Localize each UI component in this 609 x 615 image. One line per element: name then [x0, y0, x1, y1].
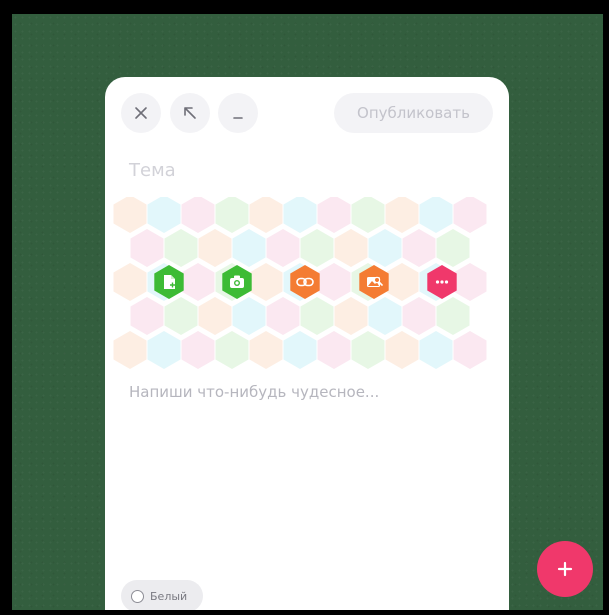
more-icon: [435, 280, 449, 284]
honeycomb-cell: [147, 331, 181, 369]
honeycomb-cell: [402, 229, 436, 267]
honeycomb-cell: [249, 263, 283, 301]
minimize-button[interactable]: [218, 93, 258, 133]
honeycomb-cell: [300, 297, 334, 335]
publish-button[interactable]: Опубликовать: [334, 93, 493, 133]
honeycomb-cell: [453, 263, 487, 301]
title-input[interactable]: Тема: [129, 160, 479, 181]
honeycomb-cell: [232, 297, 266, 335]
body-input[interactable]: Напиши что-нибудь чудесное...: [129, 383, 479, 401]
honeycomb-cell: [164, 229, 198, 267]
honeycomb-cell: [113, 331, 147, 369]
honeycomb-cell: [232, 229, 266, 267]
close-button[interactable]: [121, 93, 161, 133]
honeycomb-cell: [317, 263, 351, 301]
honeycomb-cell: [181, 197, 215, 233]
honeycomb-cell: [249, 331, 283, 369]
honeycomb-cell: [113, 197, 147, 233]
image-search-icon: [367, 276, 383, 287]
honeycomb-cell: [300, 229, 334, 267]
minimize-icon: [233, 117, 243, 119]
honeycomb-cell: [113, 263, 147, 301]
honeycomb-cell: [181, 263, 215, 301]
honeycomb-cell: [317, 197, 351, 233]
arrow-up-left-icon: [184, 107, 196, 119]
honeycomb-cell: [436, 297, 470, 335]
plus-icon: [557, 561, 573, 577]
expand-button[interactable]: [170, 93, 210, 133]
honeycomb-cell: [266, 297, 300, 335]
theme-label: Белый: [150, 589, 188, 603]
honeycomb-cell: [181, 331, 215, 369]
attachment-honeycomb: [113, 197, 487, 369]
theme-selector[interactable]: Белый: [121, 580, 203, 610]
background: Опубликовать Тема Напиши что-нибудь чуде…: [12, 14, 603, 610]
honeycomb-cell: [130, 297, 164, 335]
honeycomb-cell: [368, 229, 402, 267]
add-button[interactable]: [537, 541, 593, 597]
post-composer-card: Опубликовать Тема Напиши что-нибудь чуде…: [105, 77, 509, 610]
honeycomb-cell: [249, 197, 283, 233]
honeycomb-cell: [419, 197, 453, 233]
honeycomb-cell: [402, 297, 436, 335]
honeycomb-cell: [453, 331, 487, 369]
honeycomb-cell: [368, 297, 402, 335]
honeycomb-cell: [130, 229, 164, 267]
close-icon: [135, 107, 147, 119]
honeycomb-cell: [266, 229, 300, 267]
honeycomb-cell: [351, 331, 385, 369]
honeycomb-cell: [317, 331, 351, 369]
honeycomb-cell: [385, 263, 419, 301]
honeycomb-cell: [215, 331, 249, 369]
honeycomb-cell: [385, 331, 419, 369]
honeycomb-cell: [419, 331, 453, 369]
honeycomb-cell: [334, 297, 368, 335]
honeycomb-cell: [215, 197, 249, 233]
honeycomb-cell: [198, 229, 232, 267]
honeycomb-cell: [436, 229, 470, 267]
honeycomb-cell: [198, 297, 232, 335]
honeycomb-cell: [453, 197, 487, 233]
honeycomb-cell: [385, 197, 419, 233]
honeycomb-cell: [283, 197, 317, 233]
theme-radio[interactable]: [131, 589, 144, 603]
honeycomb-cell: [283, 331, 317, 369]
honeycomb-cell: [147, 197, 181, 233]
honeycomb-cell: [351, 197, 385, 233]
honeycomb-cell: [334, 229, 368, 267]
honeycomb-cell: [164, 297, 198, 335]
